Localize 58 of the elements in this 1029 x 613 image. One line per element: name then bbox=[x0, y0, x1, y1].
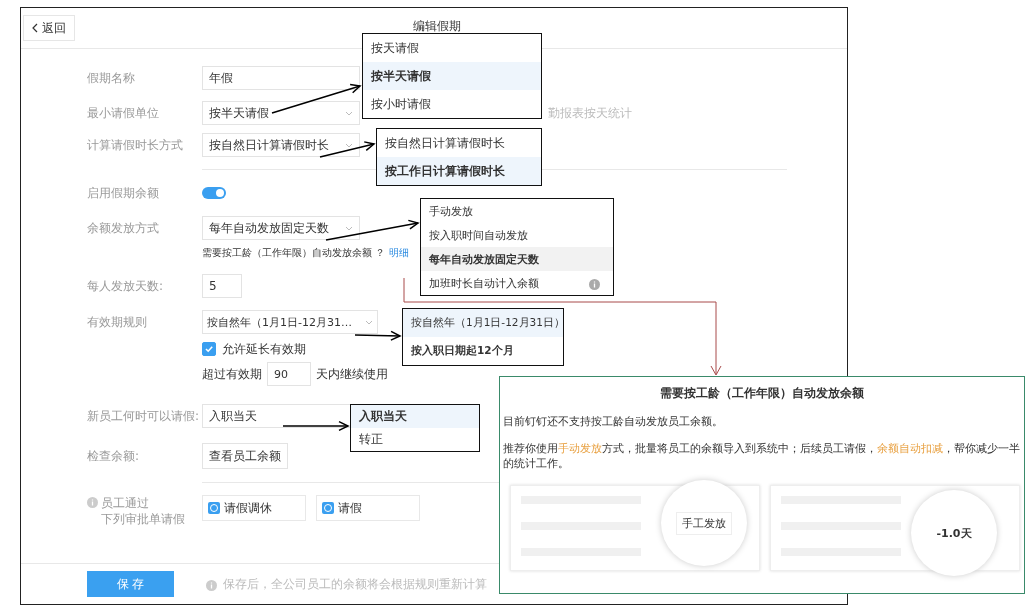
dropdown-option[interactable]: 手动发放 bbox=[421, 199, 613, 223]
field-label: 超过有效期 bbox=[202, 365, 262, 383]
arrow bbox=[282, 420, 350, 432]
footer-note: 保存后，全公司员工的余额将会根据规则重新计算 bbox=[223, 575, 487, 593]
checkbox-label: 允许延长有效期 bbox=[222, 340, 306, 358]
text-field[interactable]: 年假 bbox=[202, 66, 360, 90]
checkbox[interactable] bbox=[202, 342, 216, 356]
info-paragraph: 目前钉钉还不支持按工龄自动发放员工余额。 bbox=[503, 414, 724, 429]
caret-icon bbox=[365, 319, 373, 325]
dropdown-option[interactable]: 按半天请假 bbox=[363, 62, 541, 90]
text-field[interactable]: 5 bbox=[202, 274, 242, 298]
dropdown-option[interactable]: 加班时长自动计入余额 bbox=[421, 271, 613, 295]
arrow bbox=[354, 330, 402, 341]
details-link[interactable]: 明细 bbox=[389, 246, 410, 260]
field-label: 有效期规则 bbox=[87, 313, 148, 331]
approval-type-option[interactable]: 请假 bbox=[316, 495, 420, 521]
caret-icon bbox=[345, 142, 353, 148]
field-label: 计算请假时长方式 bbox=[87, 136, 184, 154]
info-paragraph: 推荐你使用手动发放方式，批量将员工的余额导入到系统中；后续员工请假，余额自动扣减，帮你减少一半的统计工作。 bbox=[503, 441, 1020, 471]
checkmark-icon bbox=[204, 344, 214, 354]
toggle-switch[interactable] bbox=[202, 187, 226, 199]
dropdown-option[interactable]: 转正 bbox=[351, 428, 479, 451]
dropdown-option[interactable]: 按小时请假 bbox=[363, 90, 541, 118]
field-label: 员工通过 下列审批单请假 bbox=[101, 495, 185, 527]
dropdown-option[interactable]: 按入职时间自动发放 bbox=[421, 223, 613, 247]
field-label: 每人发放天数: bbox=[87, 277, 165, 295]
chevron-left-icon bbox=[32, 23, 38, 33]
caret-icon bbox=[345, 110, 353, 116]
field-label: 新员工何时可以请假: bbox=[87, 407, 201, 425]
dropdown-option[interactable]: 入职当天 bbox=[351, 405, 479, 428]
info-icon bbox=[206, 579, 217, 591]
magnified-text: 手工发放 bbox=[676, 511, 732, 535]
info-icon bbox=[87, 497, 98, 508]
field-label: 余额发放方式 bbox=[87, 219, 160, 237]
caret-icon bbox=[345, 225, 353, 231]
view-balance-button[interactable]: 查看员工余额 bbox=[202, 443, 288, 469]
approval-type-option[interactable]: 请假调休 bbox=[202, 495, 306, 521]
page-title: 编辑假期 bbox=[413, 18, 461, 35]
dropdown-option[interactable]: 按自然年（1月1日-12月31日） bbox=[403, 309, 563, 337]
dropdown-option[interactable]: 按工作日计算请假时长 bbox=[377, 157, 541, 185]
back-button[interactable]: 返回 bbox=[23, 15, 75, 41]
unit-label: 天内继续使用 bbox=[316, 365, 388, 383]
helper-text: 勤报表按天统计 bbox=[548, 104, 632, 122]
dropdown-option[interactable]: 按天请假 bbox=[363, 34, 541, 62]
info-title: 需要按工龄（工作年限）自动发放余额 bbox=[658, 385, 865, 402]
field-label: 最小请假单位 bbox=[87, 104, 160, 122]
dropdown-option[interactable]: 每年自动发放固定天数 bbox=[421, 247, 613, 271]
dropdown-option[interactable]: 按自然日计算请假时长 bbox=[377, 129, 541, 157]
dropdown-select[interactable]: 每年自动发放固定天数 bbox=[202, 216, 360, 240]
number-field[interactable]: 90 bbox=[267, 362, 311, 386]
field-label: 假期名称 bbox=[87, 69, 136, 87]
field-label: 启用假期余额 bbox=[87, 184, 160, 202]
dropdown-select[interactable]: 按自然年（1月1日-12月31… bbox=[202, 310, 378, 334]
hint-text: 需要按工龄（工作年限）自动发放余额 ？ bbox=[202, 246, 386, 260]
field-label: 检查余额: bbox=[87, 447, 141, 465]
magnified-text: -1.0天 bbox=[935, 525, 973, 542]
dropdown-select[interactable]: 按自然日计算请假时长 bbox=[202, 133, 360, 157]
dropdown-select[interactable]: 按半天请假 bbox=[202, 101, 360, 125]
